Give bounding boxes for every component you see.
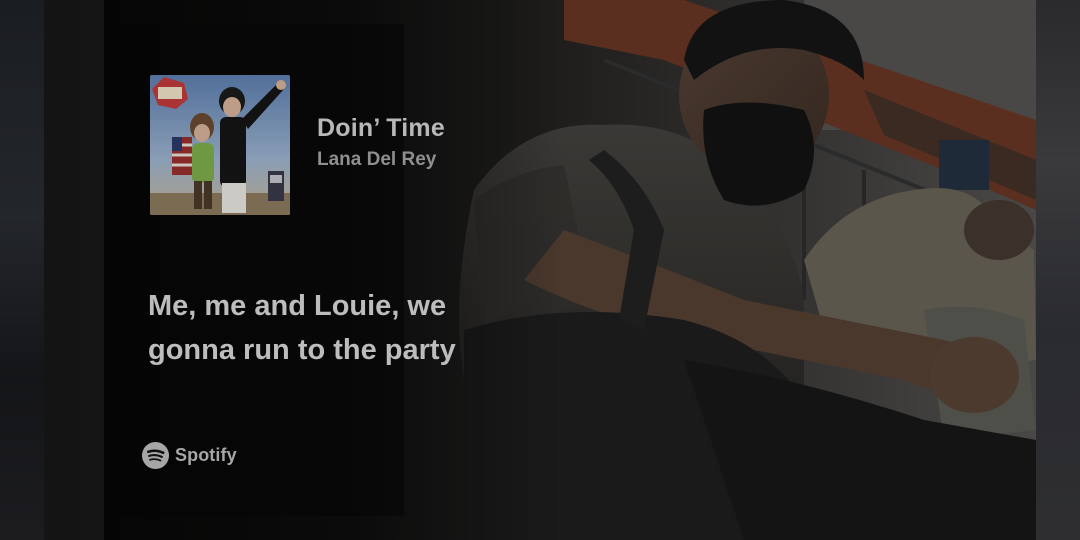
- lyrics-block: Me, me and Louie, we gonna run to the pa…: [148, 284, 568, 372]
- lyrics-line: Me, me and Louie, we: [148, 290, 447, 322]
- track-title: Doin’ Time: [317, 114, 445, 142]
- track-artist: Lana Del Rey: [317, 149, 437, 170]
- lyrics-line: gonna run to the party: [148, 334, 456, 366]
- spotify-brand: Spotify: [141, 440, 237, 470]
- spotify-label: Spotify: [175, 444, 237, 465]
- card-content: Doin’ Time Lana Del Rey Me, me and Louie…: [0, 0, 1080, 540]
- spotify-logo-icon: [141, 441, 170, 469]
- lyrics-share-card: Doin’ Time Lana Del Rey Me, me and Louie…: [0, 0, 1080, 540]
- album-cover-image: [150, 75, 290, 215]
